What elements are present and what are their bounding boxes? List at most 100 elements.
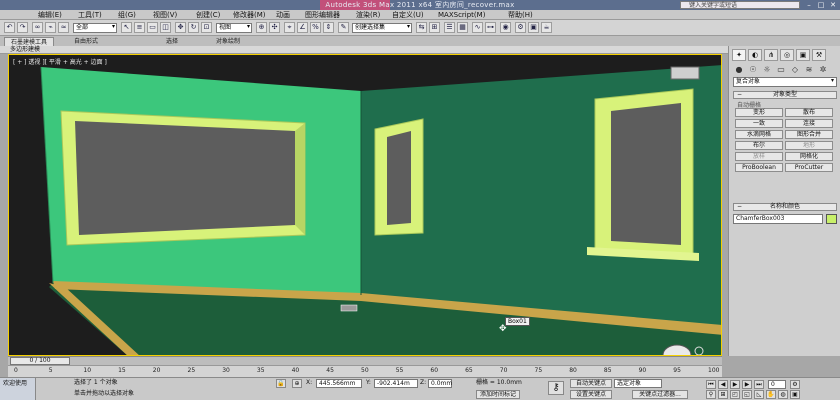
selection-filter-select[interactable]: 全部	[73, 23, 117, 33]
x-coordinate-input[interactable]: 445.566mm	[316, 379, 362, 388]
set-key-button[interactable]: 设置关键点	[570, 390, 612, 399]
proboolean-button[interactable]: ProBoolean	[735, 163, 783, 172]
shapemerge-button[interactable]: 图形合并	[785, 130, 833, 139]
key-icon[interactable]: ⚷	[548, 381, 564, 395]
viewport-label[interactable]: [ + ] 透视 ][ 平滑 + 高光 + 边面 ]	[13, 57, 107, 66]
undo-icon[interactable]: ↶	[4, 22, 15, 33]
schematic-view-icon[interactable]: ⊶	[485, 22, 496, 33]
window-crossing-icon[interactable]: ◫	[160, 22, 171, 33]
procutter-button[interactable]: ProCutter	[785, 163, 833, 172]
close-button[interactable]: ✕	[828, 1, 838, 9]
menu-animation[interactable]: 动画	[276, 10, 290, 20]
time-slider[interactable]: 0 / 100	[10, 357, 70, 365]
zoom-all-icon[interactable]: ⊞	[718, 390, 728, 399]
menu-help[interactable]: 帮助(H)	[508, 10, 533, 20]
connect-button[interactable]: 连接	[785, 119, 833, 128]
auto-key-button[interactable]: 自动关键点	[570, 379, 612, 388]
bind-icon[interactable]: ≈	[58, 22, 69, 33]
menu-views[interactable]: 视图(V)	[153, 10, 177, 20]
angle-snap-icon[interactable]: ∠	[297, 22, 308, 33]
go-to-end-icon[interactable]: ⏭	[754, 380, 764, 389]
snap-icon[interactable]: ⌖	[284, 22, 295, 33]
fov-icon[interactable]: ◺	[754, 390, 764, 399]
zoom-extents-all-icon[interactable]: ◱	[742, 390, 752, 399]
create-tab-icon[interactable]: ✦	[732, 49, 746, 61]
layer-manager-icon[interactable]: ☰	[444, 22, 455, 33]
track-bar[interactable]: 0 5 10 15 20 25 30 35 40 45 50 55 60 65 70 75 80 85 90 95 10…	[8, 365, 722, 377]
tab-graphite-modeling[interactable]: 石墨建模工具	[4, 37, 55, 46]
maxscript-listener[interactable]: 欢迎使用	[0, 378, 36, 400]
pivot-icon[interactable]: ⊕	[256, 22, 267, 33]
edit-named-selection-icon[interactable]: ✎	[338, 22, 349, 33]
menu-create[interactable]: 创建(C)	[196, 10, 220, 20]
render-setup-icon[interactable]: ⚙	[515, 22, 526, 33]
graphite-toggle-icon[interactable]: ▦	[457, 22, 468, 33]
systems-icon[interactable]: ✲	[817, 65, 829, 75]
unlink-icon[interactable]: ⌁	[45, 22, 56, 33]
menu-group[interactable]: 组(G)	[118, 10, 136, 20]
morph-button[interactable]: 变形	[735, 108, 783, 117]
perspective-viewport[interactable]: ✥ [ + ] 透视 ][ 平滑 + 高光 + 边面 ] Box01	[8, 54, 722, 356]
mirror-icon[interactable]: ⇆	[416, 22, 427, 33]
help-search-input[interactable]: 键入关键字或短语	[680, 1, 800, 9]
align-icon[interactable]: ⊞	[429, 22, 440, 33]
menu-graph-editors[interactable]: 图形编辑器	[305, 10, 340, 20]
ref-coord-select[interactable]: 视图	[216, 23, 252, 33]
rendered-frame-icon[interactable]: ▣	[528, 22, 539, 33]
add-time-tag-button[interactable]: 添加时间标记	[476, 390, 520, 399]
motion-tab-icon[interactable]: ◎	[780, 49, 794, 61]
blobmesh-button[interactable]: 水滴网格	[735, 130, 783, 139]
rect-select-icon[interactable]: ▭	[147, 22, 158, 33]
object-name-input[interactable]: ChamferBox003	[733, 214, 823, 224]
curve-editor-icon[interactable]: ∿	[472, 22, 483, 33]
redo-icon[interactable]: ↷	[17, 22, 28, 33]
z-coordinate-input[interactable]: 0.0mm	[428, 379, 452, 388]
menu-modifiers[interactable]: 修改器(M)	[233, 10, 266, 20]
menu-maxscript[interactable]: MAXScript(M)	[438, 10, 485, 20]
scale-icon[interactable]: ⊡	[201, 22, 212, 33]
display-tab-icon[interactable]: ▣	[796, 49, 810, 61]
zoom-extents-icon[interactable]: ◰	[730, 390, 740, 399]
hierarchy-tab-icon[interactable]: ⋔	[764, 49, 778, 61]
absolute-mode-icon[interactable]: ⊕	[292, 379, 302, 388]
rotate-icon[interactable]: ↻	[188, 22, 199, 33]
named-selection-select[interactable]: 创建选择集	[352, 23, 412, 33]
modify-tab-icon[interactable]: ◐	[748, 49, 762, 61]
time-slider-track[interactable]: 0 / 100	[8, 356, 722, 365]
conform-button[interactable]: 一致	[735, 119, 783, 128]
helpers-icon[interactable]: ◇	[789, 65, 801, 75]
name-color-rollout[interactable]: 名称和颜色	[733, 203, 837, 211]
y-coordinate-input[interactable]: -902.414m	[374, 379, 418, 388]
maximize-button[interactable]: □	[816, 1, 826, 9]
percent-snap-icon[interactable]: %	[310, 22, 321, 33]
menu-tools[interactable]: 工具(T)	[78, 10, 102, 20]
menu-rendering[interactable]: 渲染(R)	[356, 10, 380, 20]
category-select[interactable]: 复合对象	[733, 77, 837, 87]
scatter-button[interactable]: 散布	[785, 108, 833, 117]
lights-icon[interactable]: ☼	[761, 65, 773, 75]
current-frame-input[interactable]: 0	[768, 380, 786, 389]
tab-selection[interactable]: 选择	[160, 37, 184, 46]
key-filters-button[interactable]: 关键点过滤器...	[632, 390, 688, 399]
geometry-icon[interactable]: ●	[733, 65, 745, 75]
spinner-snap-icon[interactable]: ⇕	[323, 22, 334, 33]
menu-customize[interactable]: 自定义(U)	[392, 10, 424, 20]
tab-freeform[interactable]: 自由形式	[68, 37, 104, 46]
select-by-name-icon[interactable]: ≡	[134, 22, 145, 33]
time-config-icon[interactable]: ⚙	[790, 380, 800, 389]
minimize-button[interactable]: –	[804, 1, 814, 9]
render-icon[interactable]: ☕	[541, 22, 552, 33]
select-icon[interactable]: ↖	[121, 22, 132, 33]
material-editor-icon[interactable]: ◉	[500, 22, 511, 33]
mesher-button[interactable]: 网格化	[785, 152, 833, 161]
link-icon[interactable]: ∞	[32, 22, 43, 33]
orbit-icon[interactable]: ◍	[778, 390, 788, 399]
object-type-rollout[interactable]: 对象类型	[733, 91, 837, 99]
utilities-tab-icon[interactable]: ⚒	[812, 49, 826, 61]
tab-object-paint[interactable]: 对象绘制	[210, 37, 246, 46]
cameras-icon[interactable]: ▭	[775, 65, 787, 75]
pan-icon[interactable]: ✋	[766, 390, 776, 399]
lock-selection-icon[interactable]: 🔒	[276, 379, 286, 388]
go-to-start-icon[interactable]: ⏮	[706, 380, 716, 389]
zoom-icon[interactable]: ⚲	[706, 390, 716, 399]
